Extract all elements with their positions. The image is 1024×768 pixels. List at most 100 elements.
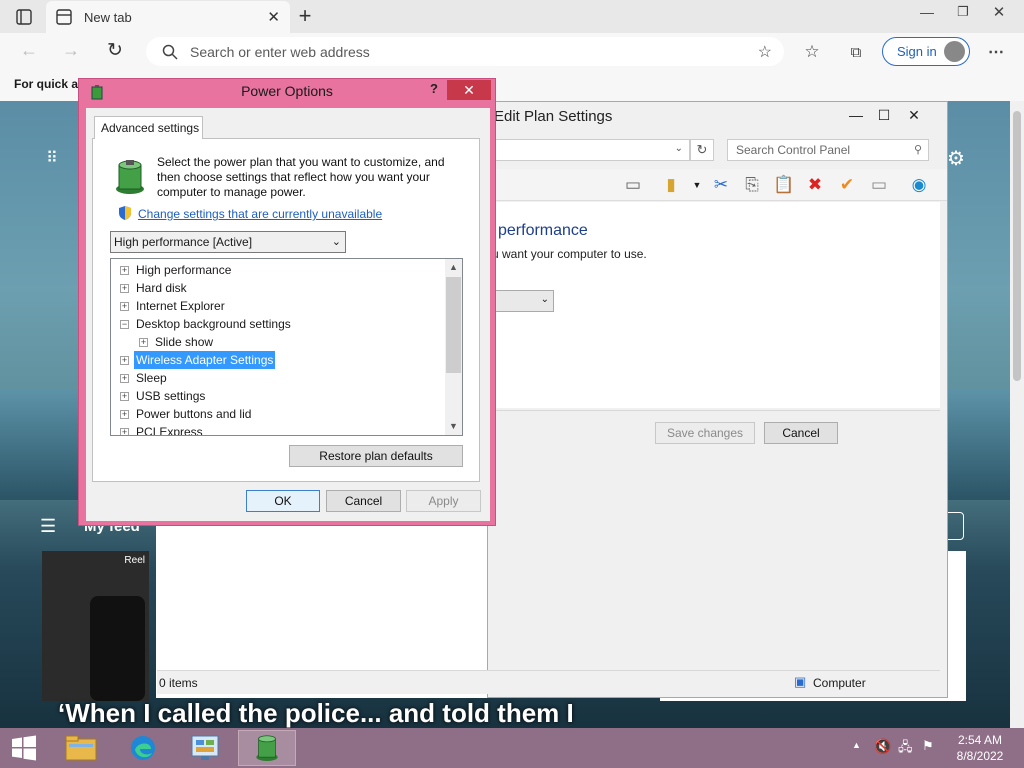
dropdown-arrow-icon[interactable]: ▼ <box>686 174 708 196</box>
ok-label: OK <box>274 494 292 508</box>
more-options-icon[interactable]: ⋯ <box>984 40 1008 64</box>
favorites-bar-text: For quick ac <box>14 77 85 91</box>
file-explorer-taskbar[interactable] <box>52 730 110 766</box>
tree-item[interactable]: + Power buttons and lid <box>111 405 441 423</box>
forward-icon[interactable]: → <box>60 39 82 61</box>
expand-icon[interactable]: + <box>120 356 129 365</box>
sign-in-button[interactable]: Sign in <box>882 37 970 66</box>
cp-minimize-icon[interactable]: — <box>842 104 870 126</box>
action-center-icon[interactable]: ⚑ <box>922 738 934 754</box>
expand-icon[interactable]: + <box>120 392 129 401</box>
expand-icon[interactable]: + <box>120 266 129 275</box>
tab-actions-icon[interactable] <box>14 7 34 27</box>
tree-item[interactable]: + Slide show <box>111 333 441 351</box>
ok-button[interactable]: OK <box>246 490 320 512</box>
power-plan-selected: High performance [Active] <box>114 235 253 249</box>
feed-card-video[interactable]: Reel <box>42 551 149 701</box>
collections-icon[interactable]: ⧉ <box>844 40 868 64</box>
control-panel-taskbar[interactable] <box>176 730 234 766</box>
control-panel-title: Edit Plan Settings <box>494 108 613 125</box>
control-panel-window: Edit Plan Settings — ☐ ✕ ⌄ ↻ Search Cont… <box>157 101 948 698</box>
globe-icon[interactable]: ◉ <box>908 174 930 196</box>
windows-logo-icon <box>12 735 36 761</box>
help-button[interactable]: ? <box>425 81 443 101</box>
tree-scrollbar[interactable]: ▲ ▼ <box>445 259 462 435</box>
search-icon: ⚲ <box>913 144 922 156</box>
computer-icon: ▣ <box>794 674 807 689</box>
folder-check-icon[interactable]: ▮ <box>660 174 682 196</box>
expand-icon[interactable]: + <box>120 428 129 435</box>
cp-plan-heading: performance <box>498 222 588 239</box>
expand-icon[interactable]: + <box>139 338 148 347</box>
tree-item[interactable]: + Hard disk <box>111 279 441 297</box>
edge-taskbar[interactable] <box>114 730 172 766</box>
menu-icon[interactable]: ☰ <box>40 516 56 537</box>
tree-item-label: High performance <box>136 263 232 277</box>
apply-button[interactable]: Apply <box>406 490 481 512</box>
address-placeholder: Search or enter web address <box>190 43 370 60</box>
checkmark-icon[interactable]: ✔ <box>836 174 858 196</box>
save-changes-button[interactable]: Save changes <box>655 422 755 444</box>
expand-icon[interactable]: + <box>120 410 129 419</box>
tree-item[interactable]: + High performance <box>111 261 441 279</box>
change-settings-link[interactable]: Change settings that are currently unava… <box>138 207 382 221</box>
close-tab-icon[interactable]: ✕ <box>267 8 280 26</box>
restore-icon[interactable]: ❐ <box>948 2 978 22</box>
cp-cancel-button[interactable]: Cancel <box>764 422 838 444</box>
tree-scrollbar-thumb[interactable] <box>446 277 461 373</box>
tree-item[interactable]: + Wireless Adapter Settings <box>111 351 441 369</box>
tree-item-label: PCI Express <box>136 425 203 436</box>
paste-icon[interactable]: 📋 <box>773 174 795 196</box>
po-cancel-button[interactable]: Cancel <box>326 490 401 512</box>
address-bar[interactable]: Search or enter web address ☆ <box>146 37 784 66</box>
properties-icon[interactable]: ▭ <box>868 174 890 196</box>
sign-in-label: Sign in <box>897 44 937 59</box>
power-plan-select[interactable]: High performance [Active] ⌄ <box>110 231 346 253</box>
minimize-icon[interactable]: — <box>912 2 942 22</box>
po-close-button[interactable]: ✕ <box>447 80 491 100</box>
tree-item-label: Desktop background settings <box>136 317 291 331</box>
apps-grid-icon[interactable]: ⠿ <box>40 148 64 168</box>
cp-close-icon[interactable]: ✕ <box>900 104 928 126</box>
power-options-taskbar[interactable] <box>238 730 296 766</box>
tab-new-tab[interactable]: New tab ✕ <box>46 1 290 33</box>
tree-item[interactable]: + Internet Explorer <box>111 297 441 315</box>
cp-search-input[interactable]: Search Control Panel ⚲ <box>727 139 929 161</box>
restore-plan-defaults-button[interactable]: Restore plan defaults <box>289 445 463 467</box>
scroll-down-icon[interactable]: ▼ <box>445 418 462 435</box>
delete-icon[interactable]: ✖ <box>804 174 826 196</box>
layout-icon[interactable]: ▭ <box>622 174 644 196</box>
start-button[interactable] <box>0 730 48 766</box>
cp-setting-dropdown[interactable]: ⌄ <box>488 290 554 312</box>
favorites-icon[interactable]: ☆ <box>800 40 824 64</box>
volume-muted-icon[interactable]: 🔇 <box>874 738 891 755</box>
news-headline[interactable]: ‘When I called the police... and told th… <box>58 698 574 729</box>
tab-advanced-settings[interactable]: Advanced settings <box>94 116 203 139</box>
tree-item[interactable]: + PCI Express <box>111 423 441 436</box>
tree-item[interactable]: + Sleep <box>111 369 441 387</box>
network-icon[interactable]: 🖧 <box>898 738 913 760</box>
copy-icon[interactable]: ⎘ <box>741 174 763 196</box>
refresh-icon[interactable]: ↻ <box>104 39 126 61</box>
tree-item[interactable]: + USB settings <box>111 387 441 405</box>
cut-icon[interactable]: ✂ <box>710 174 732 196</box>
chevron-down-icon[interactable]: ⌄ <box>675 143 683 154</box>
settings-tree[interactable]: ▲ ▼ + High performance + Hard disk + Internet… <box>110 258 463 436</box>
close-window-icon[interactable]: ✕ <box>984 2 1014 22</box>
new-tab-button[interactable]: + <box>294 3 316 28</box>
add-favorite-icon[interactable]: ☆ <box>758 42 772 62</box>
cp-maximize-icon[interactable]: ☐ <box>870 104 898 126</box>
cp-refresh-icon[interactable]: ↻ <box>690 139 714 161</box>
cp-address-bar[interactable]: ⌄ <box>488 139 690 161</box>
back-icon[interactable]: ← <box>18 39 40 61</box>
expand-icon[interactable]: + <box>120 284 129 293</box>
page-scrollbar-thumb[interactable] <box>1013 111 1021 381</box>
expand-icon[interactable]: + <box>120 374 129 383</box>
page-scrollbar[interactable] <box>1010 101 1024 728</box>
scroll-up-icon[interactable]: ▲ <box>445 259 462 276</box>
collapse-icon[interactable]: − <box>120 320 129 329</box>
expand-icon[interactable]: + <box>120 302 129 311</box>
tree-item[interactable]: − Desktop background settings <box>111 315 441 333</box>
show-hidden-icons[interactable]: ▲ <box>852 740 861 750</box>
taskbar-clock[interactable]: 2:54 AM 8/8/2022 <box>946 732 1014 764</box>
